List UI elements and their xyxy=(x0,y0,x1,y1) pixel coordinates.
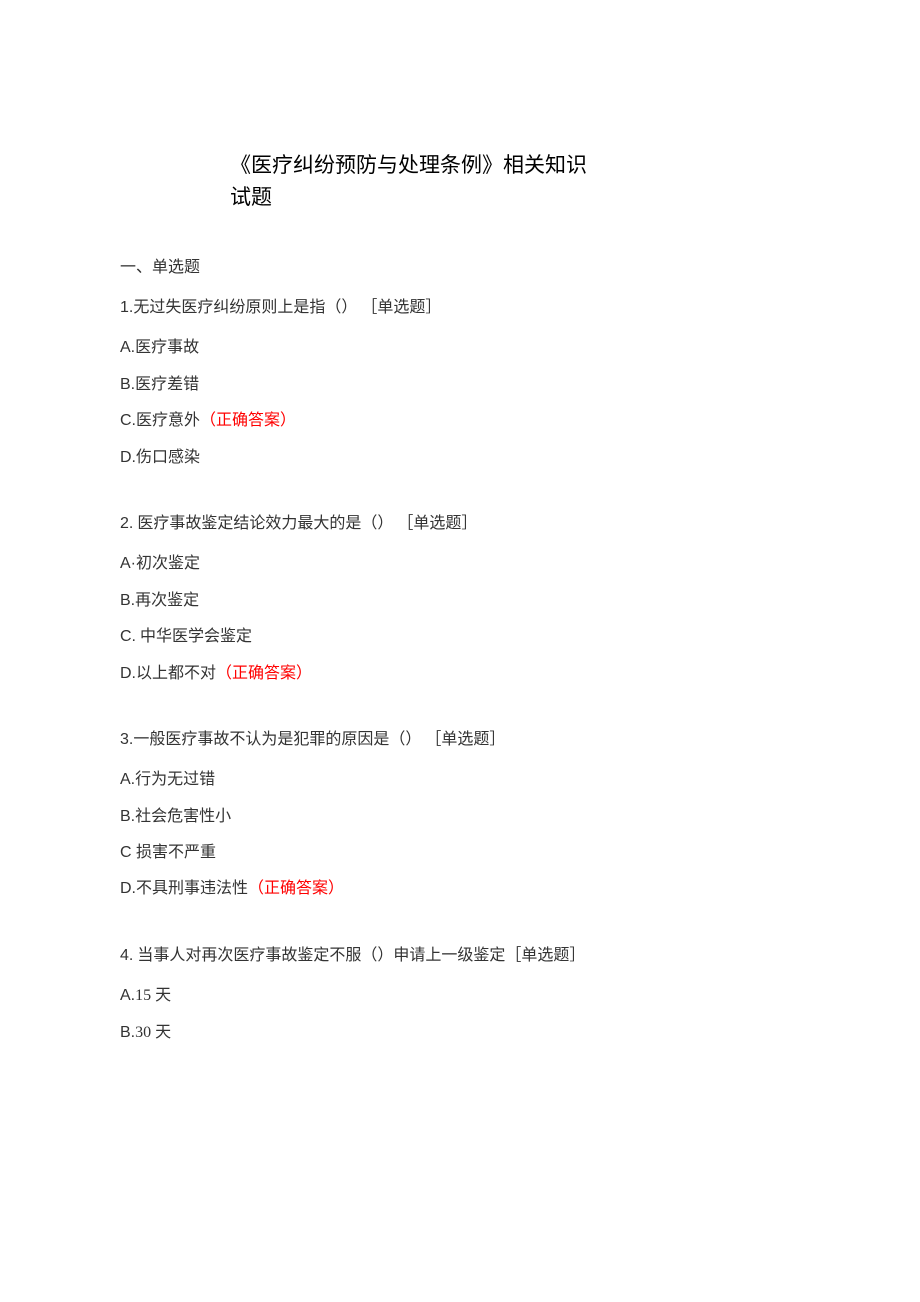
option-text: 不具刑事违法性 xyxy=(136,880,248,897)
option-letter: B. xyxy=(120,808,135,825)
option-letter: D. xyxy=(120,880,136,897)
correct-answer-mark: （正确答案） xyxy=(200,412,296,429)
option-text: 医疗意外 xyxy=(136,412,200,429)
spacer xyxy=(120,699,800,729)
option-text: 初次鉴定 xyxy=(136,555,200,572)
question-3: 3.一般医疗事故不认为是犯罪的原因是（） ［单选题］ xyxy=(120,729,800,751)
option-letter: A· xyxy=(120,555,136,572)
question-text: 一般医疗事故不认为是犯罪的原因是（） ［单选题］ xyxy=(133,731,505,748)
question-2-option-d: D.以上都不对（正确答案） xyxy=(120,663,800,685)
question-2-option-a: A·初次鉴定 xyxy=(120,553,800,575)
option-text: 医疗事故 xyxy=(135,339,199,356)
option-letter: A. xyxy=(120,771,135,788)
question-number: 1. xyxy=(120,299,133,316)
option-letter: D. xyxy=(120,449,136,466)
option-letter: A. xyxy=(120,339,135,356)
title-line-2: 试题 xyxy=(230,182,800,214)
spacer xyxy=(120,483,800,513)
option-letter: C. xyxy=(120,412,136,429)
question-1-option-d: D.伤口感染 xyxy=(120,447,800,469)
option-letter: B. xyxy=(120,376,135,393)
question-2: 2. 医疗事故鉴定结论效力最大的是（） ［单选题］ xyxy=(120,513,800,535)
question-1-option-a: A.医疗事故 xyxy=(120,337,800,359)
spacer xyxy=(120,915,800,945)
option-text: 再次鉴定 xyxy=(135,592,199,609)
correct-answer-mark: （正确答案） xyxy=(248,880,344,897)
question-2-option-b: B.再次鉴定 xyxy=(120,590,800,612)
question-4-option-b: B.30 天 xyxy=(120,1022,800,1044)
option-text: 中华医学会鉴定 xyxy=(136,628,252,645)
document-title: 《医疗纠纷预防与处理条例》相关知识 试题 xyxy=(120,150,800,213)
option-text: 行为无过错 xyxy=(135,771,215,788)
option-text: 医疗差错 xyxy=(135,376,199,393)
option-letter: B. xyxy=(120,592,135,609)
exam-document: 《医疗纠纷预防与处理条例》相关知识 试题 一、单选题 1.无过失医疗纠纷原则上是… xyxy=(0,0,920,1258)
option-letter: D. xyxy=(120,665,136,682)
question-1-option-b: B.医疗差错 xyxy=(120,374,800,396)
option-text: 以上都不对 xyxy=(136,665,216,682)
question-number: 2. xyxy=(120,515,133,532)
question-3-option-a: A.行为无过错 xyxy=(120,769,800,791)
option-text: 社会危害性小 xyxy=(135,808,231,825)
question-text: 当事人对再次医疗事故鉴定不服（）申请上一级鉴定［单选题］ xyxy=(133,947,585,964)
option-letter: A. xyxy=(120,987,135,1004)
option-text: 损害不严重 xyxy=(136,844,216,861)
question-4: 4. 当事人对再次医疗事故鉴定不服（）申请上一级鉴定［单选题］ xyxy=(120,945,800,967)
question-3-option-b: B.社会危害性小 xyxy=(120,806,800,828)
question-text: 医疗事故鉴定结论效力最大的是（） ［单选题］ xyxy=(133,515,477,532)
question-2-option-c: C. 中华医学会鉴定 xyxy=(120,626,800,648)
option-text: 30 天 xyxy=(135,1024,171,1041)
option-letter: B. xyxy=(120,1024,135,1041)
question-number: 4. xyxy=(120,947,133,964)
option-text: 15 天 xyxy=(135,987,171,1004)
option-text: 伤口感染 xyxy=(136,449,200,466)
question-3-option-c: C 损害不严重 xyxy=(120,842,800,864)
option-letter: C xyxy=(120,844,136,861)
question-4-option-a: A.15 天 xyxy=(120,985,800,1007)
correct-answer-mark: （正确答案） xyxy=(216,665,312,682)
question-number: 3. xyxy=(120,731,133,748)
question-1: 1.无过失医疗纠纷原则上是指（） ［单选题］ xyxy=(120,297,800,319)
question-text: 无过失医疗纠纷原则上是指（） ［单选题］ xyxy=(133,299,441,316)
question-1-option-c: C.医疗意外（正确答案） xyxy=(120,410,800,432)
section-heading: 一、单选题 xyxy=(120,253,800,277)
question-3-option-d: D.不具刑事违法性（正确答案） xyxy=(120,878,800,900)
title-line-1: 《医疗纠纷预防与处理条例》相关知识 xyxy=(230,150,800,182)
option-letter: C. xyxy=(120,628,136,645)
